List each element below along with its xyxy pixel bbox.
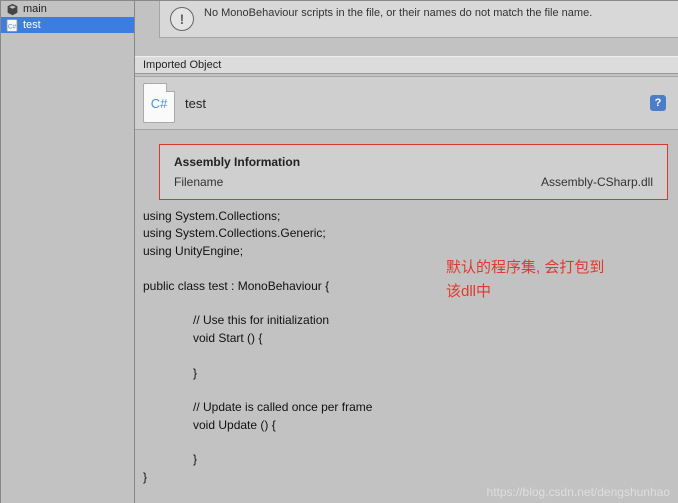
source-code: using System.Collections; using System.C… (135, 200, 678, 494)
inspector-main: ! No MonoBehaviour scripts in the file, … (135, 1, 678, 503)
sidebar-item-label: main (23, 3, 47, 15)
section-title: Imported Object (143, 59, 221, 71)
assembly-filename-label: Filename (174, 175, 223, 189)
help-icon[interactable]: ? (650, 95, 666, 111)
object-icon (5, 2, 19, 16)
assembly-filename-row: Filename Assembly-CSharp.dll (174, 175, 653, 189)
svg-text:C#: C# (8, 23, 17, 30)
warning-icon: ! (170, 7, 194, 31)
imported-object-header[interactable]: Imported Object (135, 56, 678, 74)
watermark: https://blog.csdn.net/dengshunhao (487, 485, 670, 499)
csharp-file-icon: C# (143, 83, 175, 123)
warning-text: No MonoBehaviour scripts in the file, or… (204, 7, 592, 19)
object-name: test (185, 96, 640, 111)
warning-box: ! No MonoBehaviour scripts in the file, … (159, 1, 678, 38)
sidebar-item-main[interactable]: main (1, 1, 134, 17)
script-icon: C# (5, 18, 19, 32)
object-header: C# test ? (135, 76, 678, 130)
sidebar-item-label: test (23, 19, 41, 31)
assembly-filename-value: Assembly-CSharp.dll (541, 175, 653, 189)
hierarchy-sidebar: main C# test (1, 1, 135, 503)
assembly-info-title: Assembly Information (174, 155, 653, 169)
annotation-text: 默认的程序集, 会打包到 该dll中 (446, 256, 604, 304)
sidebar-item-test[interactable]: C# test (1, 17, 134, 33)
assembly-info-box: Assembly Information Filename Assembly-C… (159, 144, 668, 200)
